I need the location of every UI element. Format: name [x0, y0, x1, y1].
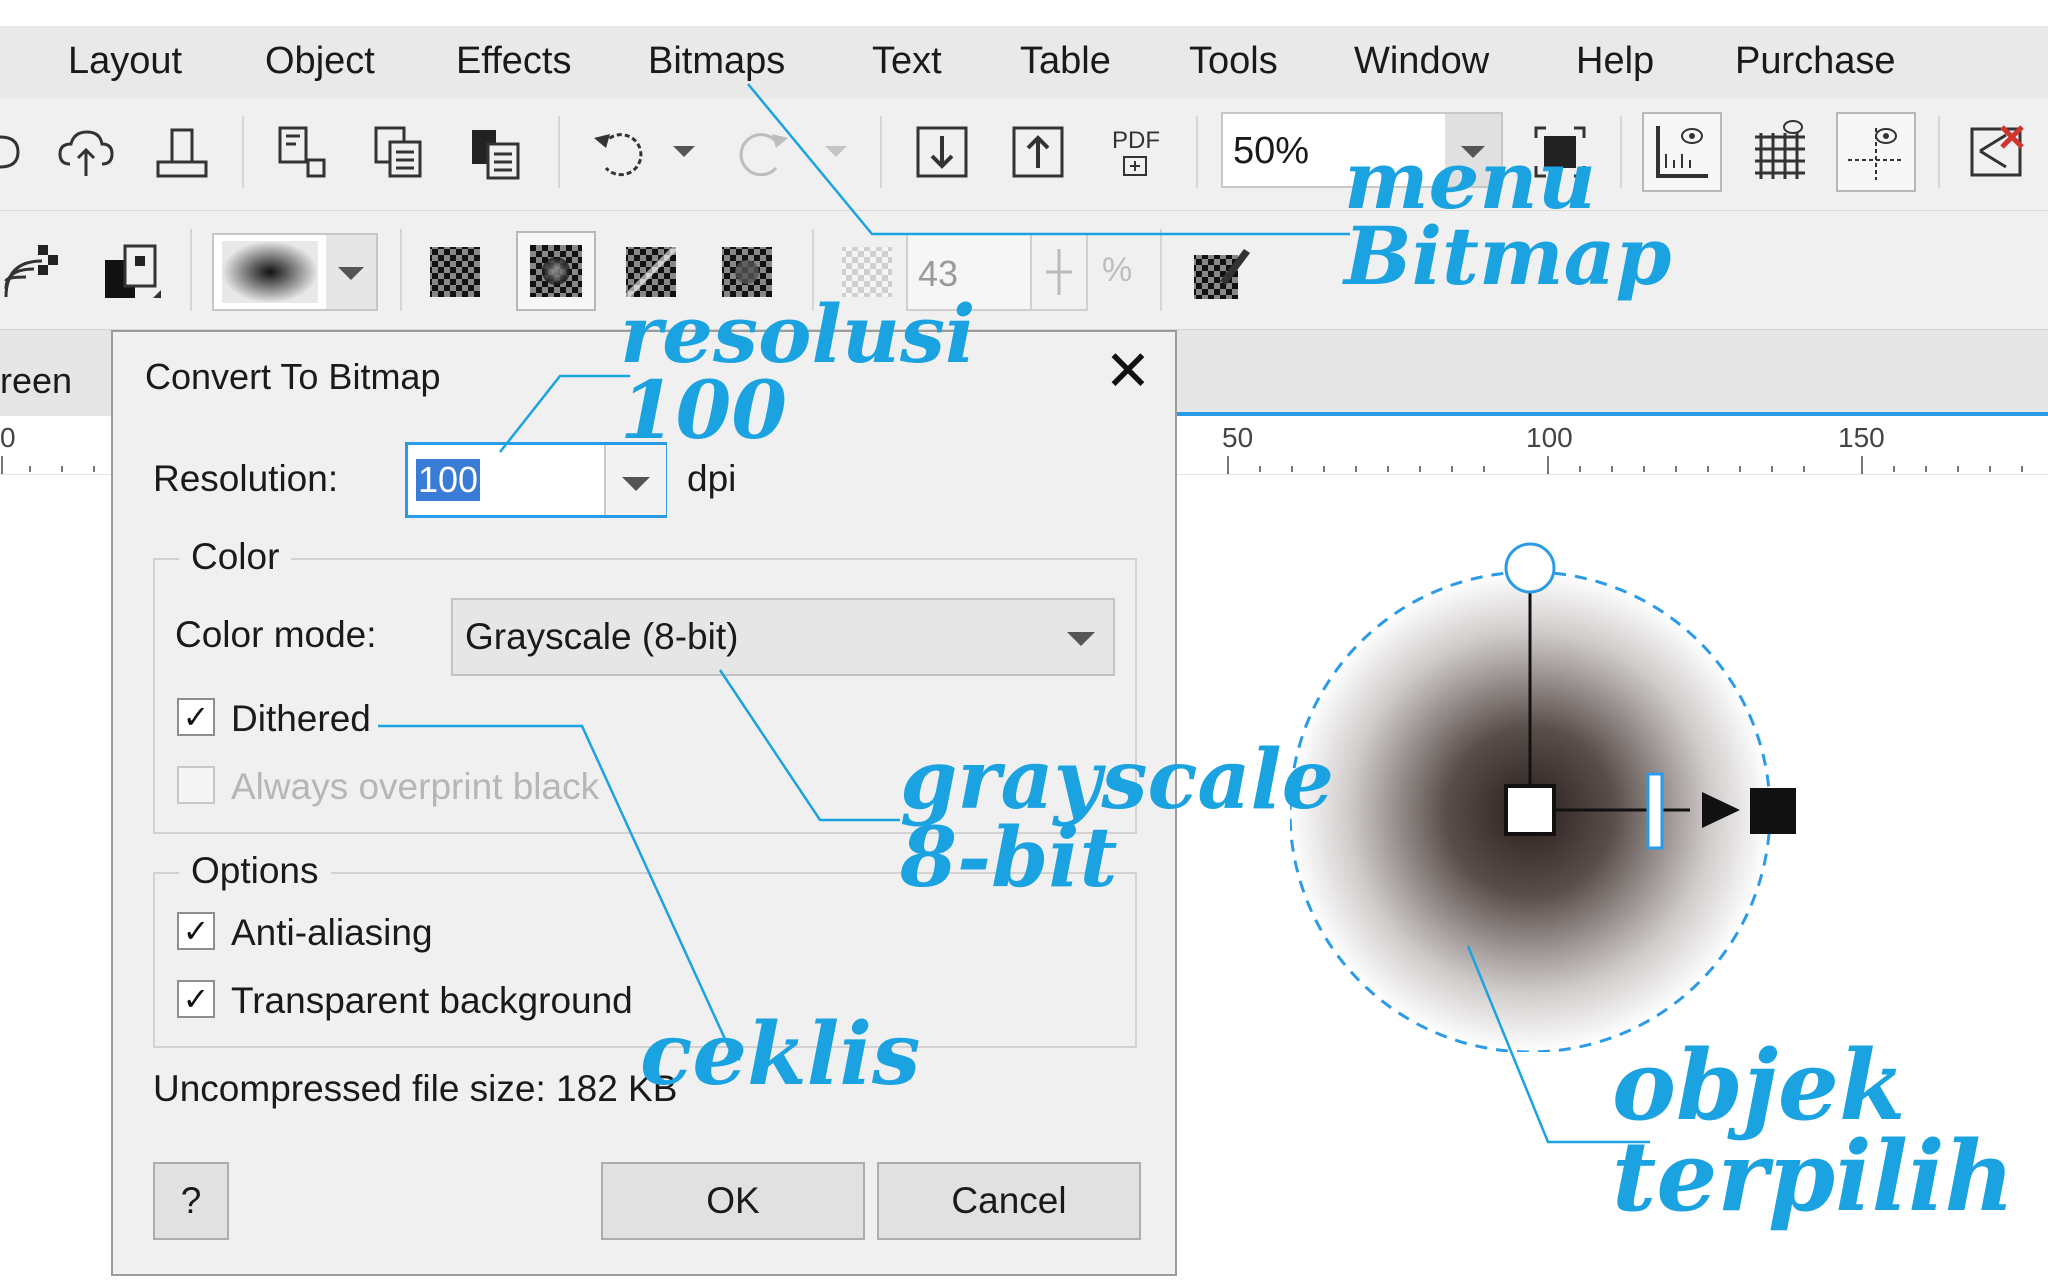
annotation-text: grayscale — [900, 732, 1334, 828]
transparency-mode-icon[interactable] — [96, 239, 168, 307]
menu-help[interactable]: Help — [1576, 40, 1654, 83]
file-size-text: Uncompressed file size: 182 KB — [153, 1068, 678, 1109]
redo-dropdown-icon[interactable] — [816, 136, 856, 166]
overprint-label: Always overprint black — [231, 766, 600, 807]
gradient-start-handle[interactable] — [1504, 784, 1556, 836]
publish-pdf-icon[interactable]: PDF — [1100, 118, 1172, 186]
selected-object[interactable] — [1290, 540, 1802, 1052]
guidelines-icon — [1848, 128, 1904, 180]
transparency-pattern-selected[interactable] — [516, 231, 596, 311]
menu-window[interactable]: Window — [1354, 40, 1489, 83]
menu-object[interactable]: Object — [265, 40, 375, 83]
gradient-rotation-handle[interactable] — [1504, 542, 1556, 594]
gradient-midpoint-slider[interactable] — [1646, 772, 1664, 850]
standard-toolbar: PDF 50% — [0, 98, 2048, 211]
help-button[interactable]: ? — [153, 1162, 229, 1240]
ok-button[interactable]: OK — [601, 1162, 865, 1240]
undo-icon[interactable] — [584, 118, 652, 186]
fountain-picker[interactable] — [212, 233, 378, 311]
resolution-unit: dpi — [687, 458, 737, 499]
annotation-text: 8-bit — [900, 809, 1118, 906]
brush-icon[interactable] — [1186, 239, 1256, 305]
document-tab[interactable]: reen — [0, 360, 72, 402]
close-document-icon[interactable] — [1962, 118, 2032, 186]
cancel-button[interactable]: Cancel — [877, 1162, 1141, 1240]
color-mode-label: Color mode: — [175, 614, 377, 655]
transparency-pattern-icon[interactable] — [420, 239, 490, 305]
annotation-menu-bitmap: menu Bitmap — [1344, 133, 1672, 303]
close-icon: ✕ — [1104, 339, 1152, 402]
menu-tools[interactable]: Tools — [1189, 40, 1278, 83]
chevron-down-icon — [1067, 632, 1095, 646]
dithered-label[interactable]: Dithered — [231, 698, 371, 740]
menu-effects[interactable]: Effects — [456, 40, 571, 83]
resolution-value: 100 — [416, 459, 481, 501]
undo-dropdown-icon[interactable] — [664, 136, 704, 166]
gradient-end-handle[interactable] — [1750, 788, 1796, 834]
grid-icon[interactable] — [1740, 112, 1820, 192]
options-group-title: Options — [179, 850, 331, 892]
contour-icon[interactable] — [0, 239, 64, 303]
anti-aliasing-checkbox[interactable]: ✓ — [177, 912, 215, 950]
redo-icon[interactable] — [730, 118, 798, 186]
color-group-title: Color — [179, 536, 292, 578]
transparency-pattern-icon — [530, 245, 582, 297]
zoom-value: 50% — [1233, 130, 1310, 172]
annotation-ceklis: ceklis — [640, 1004, 921, 1105]
annotation-grayscale: grayscale 8-bit — [900, 732, 1334, 906]
copy-icon[interactable] — [366, 118, 434, 186]
annotation-resolusi: resolusi 100 — [620, 287, 976, 457]
dialog-title: Convert To Bitmap — [145, 356, 441, 397]
close-button[interactable]: ✕ — [1093, 336, 1163, 406]
guidelines-toggle[interactable] — [1836, 112, 1916, 192]
color-mode-value: Grayscale (8-bit) — [465, 616, 739, 657]
anti-aliasing-label[interactable]: Anti-aliasing — [231, 912, 433, 954]
menu-purchase[interactable]: Purchase — [1735, 40, 1896, 83]
annotation-text: terpilih — [1612, 1120, 2015, 1234]
menu-table[interactable]: Table — [1020, 40, 1111, 83]
transparent-background-checkbox[interactable]: ✓ — [177, 980, 215, 1018]
menu-bitmaps[interactable]: Bitmaps — [648, 40, 785, 83]
property-bar: 43 % — [0, 211, 2048, 330]
export-icon[interactable] — [1004, 118, 1072, 186]
annotation-text: ceklis — [640, 1004, 921, 1105]
menu-bar: Layout Object Effects Bitmaps Text Table… — [0, 26, 2048, 98]
partial-icon[interactable] — [0, 122, 24, 182]
radial-gradient-swatch — [222, 241, 318, 303]
pdf-label: PDF — [1112, 127, 1160, 154]
transparent-background-label[interactable]: Transparent background — [231, 980, 633, 1022]
overprint-checkbox[interactable] — [177, 766, 215, 804]
annotation-text: Bitmap — [1344, 209, 1672, 303]
copy-properties-icon[interactable] — [268, 118, 336, 186]
import-icon[interactable] — [908, 118, 976, 186]
fountain-picker-dropdown[interactable] — [326, 235, 376, 309]
menu-text[interactable]: Text — [872, 40, 942, 83]
dithered-checkbox[interactable]: ✓ — [177, 698, 215, 736]
annotation-text: objek — [1612, 1029, 1906, 1142]
menu-layout[interactable]: Layout — [68, 40, 182, 83]
annotation-text: menu — [1344, 133, 1596, 227]
publish-icon[interactable] — [148, 118, 216, 186]
annotation-text: resolusi — [620, 287, 976, 381]
annotation-objek-terpilih: objek terpilih — [1612, 1029, 2015, 1234]
transparency-slider-button[interactable] — [1030, 233, 1088, 311]
annotation-text: 100 — [620, 363, 787, 457]
cloud-upload-icon[interactable] — [52, 118, 120, 186]
transparency-unit: % — [1102, 251, 1133, 289]
color-mode-select[interactable]: Grayscale (8-bit) — [451, 598, 1115, 676]
paste-icon[interactable] — [462, 118, 530, 186]
resolution-label: Resolution: — [153, 458, 339, 499]
